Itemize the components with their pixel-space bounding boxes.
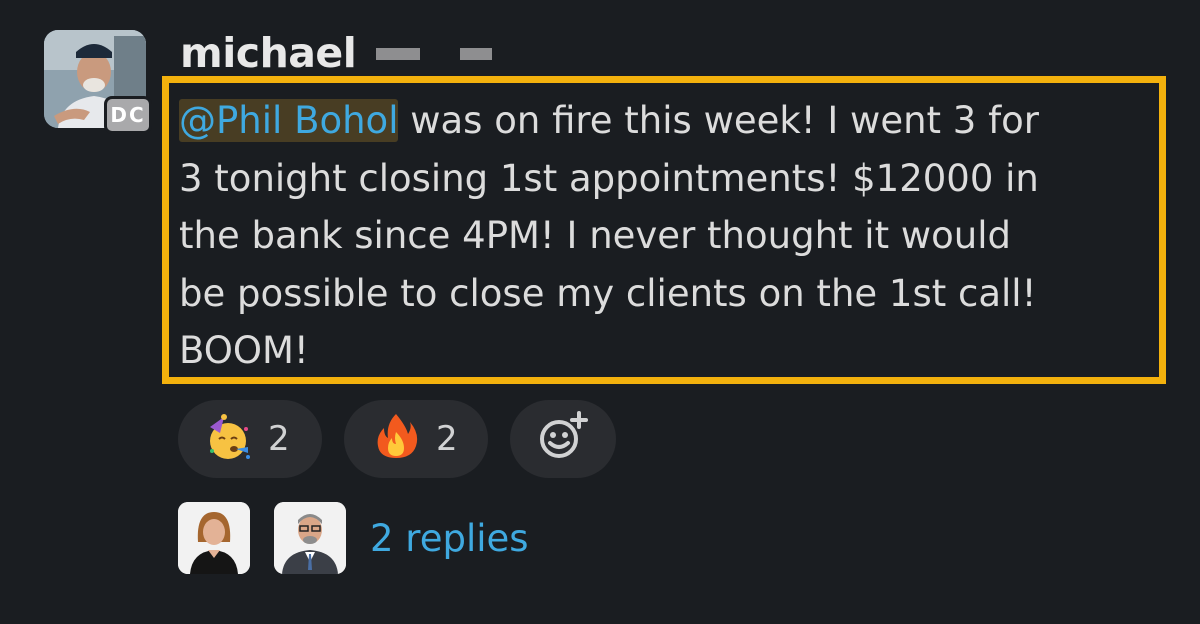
message-body: @Phil Bohol was on fire this week! I wen…: [179, 92, 1164, 380]
participant-photo: [178, 502, 250, 574]
reaction-fire[interactable]: 2: [344, 400, 488, 478]
redacted-timestamp: [376, 48, 420, 60]
author-name[interactable]: michael: [180, 28, 357, 78]
message-line-5: BOOM!: [179, 329, 309, 372]
reaction-partying-face[interactable]: 2: [178, 400, 322, 478]
reaction-count: 2: [268, 419, 290, 459]
partying-face-emoji-icon: [202, 413, 254, 465]
fire-emoji-icon: [370, 410, 422, 469]
reaction-count: 2: [436, 419, 458, 459]
add-reaction-icon: [535, 409, 591, 470]
message-line-4: be possible to close my clients on the 1…: [179, 271, 1037, 315]
add-reaction-button[interactable]: [510, 400, 616, 478]
user-mention[interactable]: @Phil Bohol: [179, 99, 399, 142]
reply-participant-avatar[interactable]: [178, 502, 250, 574]
reply-participant-avatar[interactable]: [274, 502, 346, 574]
message-line-3: the bank since 4PM! I never thought it w…: [179, 214, 1011, 257]
message-line-1: was on fire this week! I went 3 for: [398, 99, 1039, 142]
redacted-timestamp-2: [460, 48, 492, 60]
thread-replies-link[interactable]: 2 replies: [370, 516, 529, 562]
message-line-2: 3 tonight closing 1st appointments! $120…: [179, 156, 1039, 200]
participant-photo: [274, 502, 346, 574]
avatar-badge: DC: [104, 96, 152, 134]
